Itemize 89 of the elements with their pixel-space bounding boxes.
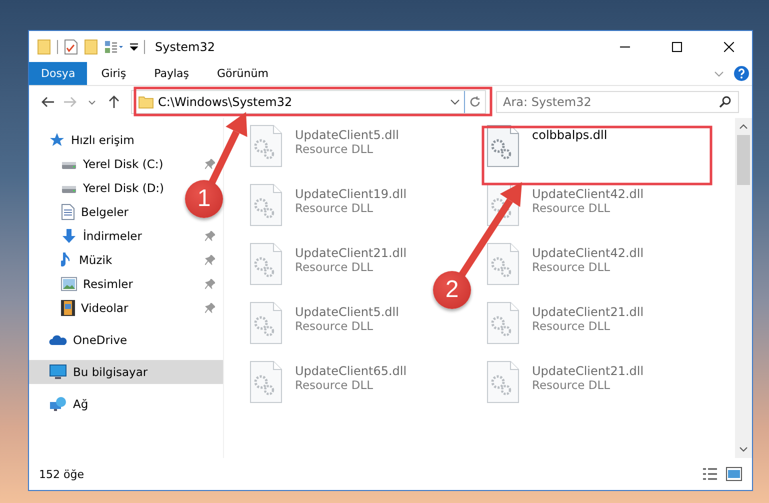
file-item[interactable]: UpdateClient21.dll Resource DLL bbox=[487, 361, 644, 420]
file-item[interactable]: UpdateClient42.dll Resource DLL bbox=[487, 243, 644, 302]
up-arrow-icon bbox=[108, 95, 120, 109]
download-arrow-icon bbox=[61, 228, 77, 244]
file-name: UpdateClient21.dll bbox=[295, 246, 407, 260]
nav-item[interactable]: İndirmeler bbox=[29, 224, 223, 248]
pin-icon[interactable] bbox=[205, 279, 215, 289]
file-type: Resource DLL bbox=[295, 142, 374, 156]
ribbon-tab[interactable]: Görünüm bbox=[203, 62, 282, 85]
file-name: UpdateClient21.dll bbox=[532, 364, 644, 378]
nav-item[interactable]: OneDrive bbox=[29, 328, 223, 352]
file-name: colbbalps.dll bbox=[532, 128, 608, 142]
dll-file-icon bbox=[250, 243, 282, 285]
file-name: UpdateClient21.dll bbox=[532, 305, 644, 319]
file-item[interactable]: UpdateClient5.dll Resource DLL bbox=[250, 302, 399, 361]
ribbon-tab[interactable]: Dosya bbox=[29, 62, 88, 85]
search-icon bbox=[719, 96, 731, 108]
file-type: Resource DLL bbox=[532, 378, 612, 392]
image-icon bbox=[61, 277, 77, 291]
file-type: Resource DLL bbox=[295, 378, 374, 392]
item-count: 152 öğe bbox=[39, 468, 85, 480]
file-type: Resource DLL bbox=[295, 319, 374, 333]
view-options-icon[interactable] bbox=[104, 40, 124, 54]
film-icon bbox=[61, 300, 75, 316]
file-item[interactable]: UpdateClient5.dll Resource DLL bbox=[250, 125, 399, 184]
nav-item[interactable]: Yerel Disk (D:) bbox=[29, 176, 168, 200]
dropdown-icon[interactable] bbox=[450, 99, 460, 105]
nav-item[interactable]: Videolar bbox=[29, 296, 223, 320]
file-name: UpdateClient19.dll bbox=[295, 187, 407, 201]
file-item[interactable]: UpdateClient21.dll Resource DLL bbox=[250, 243, 407, 302]
chevron-up-icon bbox=[739, 124, 748, 129]
ribbon-tab[interactable]: Paylaş bbox=[140, 62, 203, 85]
file-item[interactable]: UpdateClient21.dll Resource DLL bbox=[487, 302, 644, 361]
pin-icon[interactable] bbox=[205, 231, 215, 241]
file-type: Resource DLL bbox=[295, 260, 374, 274]
nav-item[interactable]: Resimler bbox=[29, 272, 223, 296]
back-arrow-icon bbox=[41, 96, 55, 108]
pin-icon[interactable] bbox=[205, 303, 215, 313]
pin-icon[interactable] bbox=[205, 159, 215, 169]
network-icon bbox=[49, 396, 67, 412]
nav-item[interactable]: Bu bilgisayar bbox=[29, 360, 223, 384]
dll-file-icon bbox=[487, 361, 519, 403]
dropdown-icon[interactable] bbox=[130, 42, 138, 52]
large-icons-view-icon[interactable] bbox=[726, 467, 742, 481]
file-type: Resource DLL bbox=[295, 201, 374, 215]
dll-file-icon bbox=[487, 125, 519, 167]
file-type: Resource DLL bbox=[532, 319, 612, 333]
document-icon bbox=[61, 204, 75, 220]
maximize-icon bbox=[672, 42, 682, 52]
chevron-down-icon[interactable] bbox=[714, 70, 724, 76]
star-icon bbox=[49, 132, 65, 148]
file-item[interactable]: UpdateClient19.dll Resource DLL bbox=[250, 184, 407, 243]
address-field[interactable]: C:\Windows\System32 bbox=[131, 90, 486, 114]
window-title: System32 bbox=[155, 40, 216, 54]
file-item[interactable]: colbbalps.dll bbox=[487, 125, 608, 184]
chevron-down-icon bbox=[88, 100, 96, 104]
nav-item[interactable]: Müzik bbox=[29, 248, 223, 272]
details-view-icon[interactable] bbox=[702, 467, 718, 481]
forward-arrow-icon bbox=[63, 96, 77, 108]
file-name: UpdateClient42.dll bbox=[532, 246, 644, 260]
file-name: UpdateClient5.dll bbox=[295, 305, 399, 319]
nav-item[interactable]: Belgeler bbox=[29, 200, 133, 224]
nav-item[interactable]: Yerel Disk (C:) bbox=[29, 152, 223, 176]
file-type: Resource DLL bbox=[532, 260, 612, 274]
ribbon-tab[interactable]: Giriş bbox=[87, 62, 140, 85]
nav-item[interactable]: Hızlı erişim bbox=[29, 128, 223, 152]
search-field[interactable]: Ara: System32 bbox=[496, 91, 739, 113]
dll-file-icon bbox=[250, 125, 282, 167]
pin-icon[interactable] bbox=[205, 255, 215, 265]
folder-icon bbox=[138, 95, 154, 109]
file-type: Resource DLL bbox=[532, 201, 612, 215]
scrollbar-thumb[interactable] bbox=[737, 135, 750, 185]
chevron-down-icon bbox=[739, 447, 748, 452]
file-name: UpdateClient5.dll bbox=[295, 128, 399, 142]
file-name: UpdateClient42.dll bbox=[532, 187, 644, 201]
file-item[interactable]: UpdateClient65.dll Resource DLL bbox=[250, 361, 407, 420]
computer-icon bbox=[49, 364, 67, 380]
dll-file-icon bbox=[250, 361, 282, 403]
properties-icon[interactable] bbox=[64, 38, 78, 54]
cloud-icon bbox=[49, 334, 67, 346]
close-icon bbox=[724, 42, 734, 52]
nav-item[interactable]: Ağ bbox=[29, 392, 223, 416]
dll-file-icon bbox=[250, 184, 282, 226]
dll-file-icon bbox=[250, 302, 282, 344]
file-name: UpdateClient65.dll bbox=[295, 364, 407, 378]
dll-file-icon bbox=[487, 243, 519, 285]
dll-file-icon bbox=[487, 302, 519, 344]
help-icon[interactable] bbox=[734, 66, 749, 81]
refresh-icon bbox=[469, 96, 481, 108]
